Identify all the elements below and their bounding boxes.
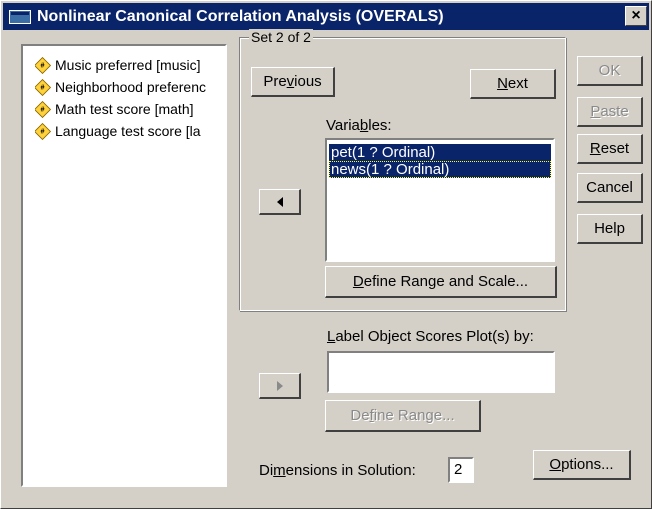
arrow-left-icon [276, 196, 283, 207]
dimensions-input[interactable]: 2 [448, 457, 474, 483]
window-title: Nonlinear Canonical Correlation Analysis… [37, 7, 444, 25]
variables-label: Variables: [326, 117, 392, 134]
scale-variable-icon: # [35, 56, 51, 74]
source-variable-list[interactable]: # Music preferred [music] # Neighborhood… [21, 44, 227, 487]
list-item[interactable]: # Neighborhood preferenc [35, 78, 206, 96]
scale-variable-icon: # [35, 78, 51, 96]
arrow-right-icon [276, 380, 283, 391]
ok-button[interactable]: OK [577, 56, 643, 86]
list-item[interactable]: news(1 ? Ordinal) [329, 161, 551, 178]
variable-label: Language test score [la [55, 123, 201, 139]
close-button[interactable]: × [625, 6, 647, 26]
label-object-scores-list[interactable] [327, 351, 555, 393]
variable-label: Music preferred [music] [55, 57, 201, 73]
move-variable-button[interactable] [259, 189, 301, 215]
list-item[interactable]: # Math test score [math] [35, 100, 194, 118]
window-icon [9, 9, 31, 24]
paste-button[interactable]: Paste [577, 97, 643, 127]
scale-variable-icon: # [35, 100, 51, 118]
reset-button[interactable]: Reset [577, 134, 643, 164]
variable-label: Math test score [math] [55, 101, 194, 117]
label-object-scores-label: Label Object Scores Plot(s) by: [327, 328, 534, 345]
overals-dialog: Nonlinear Canonical Correlation Analysis… [0, 0, 652, 509]
next-button[interactable]: Next [470, 69, 556, 99]
cancel-button[interactable]: Cancel [577, 173, 643, 203]
title-bar: Nonlinear Canonical Correlation Analysis… [3, 3, 649, 30]
dimensions-label: Dimensions in Solution: [259, 462, 416, 479]
previous-button[interactable]: Pre v ious [251, 67, 335, 97]
variable-label: Neighborhood preferenc [55, 79, 206, 95]
define-range-and-scale-button[interactable]: Define Range and Scale... [325, 266, 557, 298]
list-item[interactable]: pet(1 ? Ordinal) [329, 144, 551, 161]
list-item[interactable]: # Language test score [la [35, 122, 201, 140]
move-label-variable-button[interactable] [259, 373, 301, 399]
selected-variables-list[interactable]: pet(1 ? Ordinal) news(1 ? Ordinal) [325, 138, 555, 262]
help-button[interactable]: Help [577, 214, 643, 244]
scale-variable-icon: # [35, 122, 51, 140]
list-item[interactable]: # Music preferred [music] [35, 56, 200, 74]
define-range-button[interactable]: De f ine Range... [325, 400, 481, 432]
options-button[interactable]: Options... [533, 450, 631, 480]
set-legend: Set 2 of 2 [249, 29, 313, 45]
